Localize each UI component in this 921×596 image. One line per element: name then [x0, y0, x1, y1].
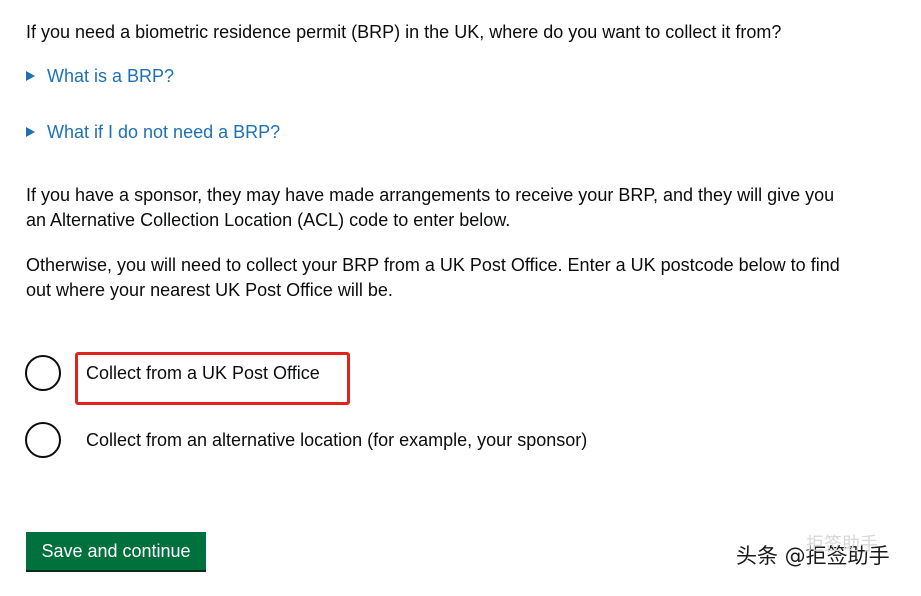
details-summary-text[interactable]: What if I do not need a BRP? — [47, 120, 280, 144]
sponsor-paragraph: If you have a sponsor, they may have mad… — [26, 185, 835, 230]
details-no-brp-needed[interactable]: What if I do not need a BRP? — [26, 120, 280, 144]
watermark: 拒签助手 头条 @拒签助手 — [736, 534, 890, 570]
triangle-right-icon — [26, 127, 35, 137]
radio-button[interactable] — [25, 355, 61, 391]
details-summary-text[interactable]: What is a BRP? — [47, 64, 174, 88]
triangle-right-icon — [26, 71, 35, 81]
post-office-paragraph: Otherwise, you will need to collect your… — [26, 255, 840, 300]
watermark-ghost-text: 拒签助手 — [806, 534, 878, 555]
radio-button[interactable] — [25, 422, 61, 458]
save-and-continue-button[interactable]: Save and continue — [26, 532, 206, 570]
collection-question: If you need a biometric residence permit… — [26, 22, 782, 42]
highlight-annotation-box — [75, 352, 350, 405]
details-what-is-brp[interactable]: What is a BRP? — [26, 64, 174, 88]
radio-label[interactable]: Collect from an alternative location (fo… — [86, 428, 587, 452]
radio-option-alternative-location[interactable]: Collect from an alternative location (fo… — [25, 422, 587, 458]
